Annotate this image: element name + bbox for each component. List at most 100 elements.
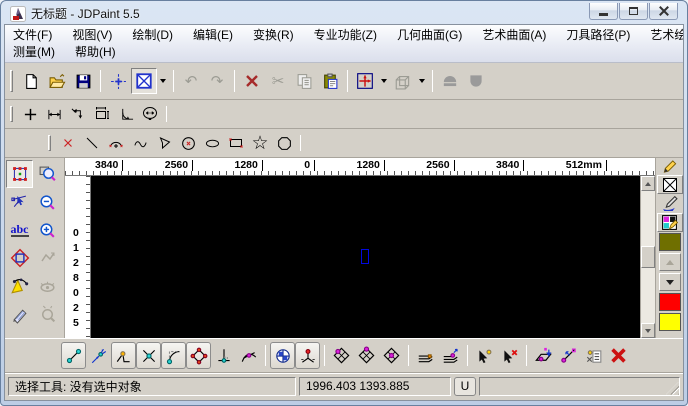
- draw-circle-button[interactable]: [176, 132, 200, 154]
- pick-line-button[interactable]: [556, 342, 581, 369]
- layer-point-snap-button[interactable]: [413, 342, 438, 369]
- minimize-button[interactable]: [589, 3, 618, 20]
- menu-edit[interactable]: 编辑(E): [191, 26, 235, 43]
- axis-snap-button[interactable]: [295, 342, 320, 369]
- grid-snap-button[interactable]: [270, 342, 295, 369]
- angle-measure-button[interactable]: [114, 103, 138, 125]
- vertical-scrollbar[interactable]: [640, 176, 655, 338]
- trim-tool-button[interactable]: [6, 272, 33, 300]
- scroll-down-button[interactable]: [641, 323, 655, 338]
- point-measure-button[interactable]: [18, 103, 42, 125]
- surface-vertex-snap-button[interactable]: [329, 342, 354, 369]
- quadrant-snap-button[interactable]: [186, 342, 211, 369]
- draw-arc-button[interactable]: [104, 132, 128, 154]
- select-mode-button[interactable]: [131, 68, 157, 94]
- surface-edge-snap-button[interactable]: [354, 342, 379, 369]
- open-folder-icon: [48, 73, 66, 90]
- zoom-in-button[interactable]: [34, 216, 61, 244]
- text-tool-button[interactable]: abc: [6, 216, 33, 244]
- view-3d-dropdown[interactable]: [416, 69, 428, 93]
- circle-measure-button[interactable]: [138, 103, 162, 125]
- quadrant-snap-icon: [190, 347, 208, 365]
- menu-geometric-surface[interactable]: 几何曲面(G): [395, 26, 464, 43]
- coordinate-axes-dropdown[interactable]: [378, 69, 390, 93]
- endpoint-snap-button[interactable]: [61, 342, 86, 369]
- close-button[interactable]: [649, 3, 678, 20]
- zoom-out-button[interactable]: [34, 188, 61, 216]
- toolbar-grip[interactable]: [10, 106, 13, 123]
- cancel-pick-button[interactable]: [497, 342, 522, 369]
- zoom-object-icon: [38, 305, 57, 324]
- unit-toggle-button[interactable]: U: [454, 377, 476, 396]
- nearest-snap-button[interactable]: [86, 342, 111, 369]
- path-measure-button[interactable]: [66, 103, 90, 125]
- menu-measure[interactable]: 测量(M): [11, 43, 57, 60]
- point-list-icon: [584, 347, 603, 365]
- selection-rectangle[interactable]: [361, 249, 369, 264]
- coordinate-axes-button[interactable]: [352, 68, 378, 94]
- scrollbar-track[interactable]: [641, 191, 655, 323]
- menu-pro-functions[interactable]: 专业功能(Z): [312, 26, 379, 43]
- layer-pick-snap-button[interactable]: [438, 342, 463, 369]
- draw-point-button[interactable]: [56, 132, 80, 154]
- size-measure-button[interactable]: [90, 103, 114, 125]
- palette-edit-button[interactable]: [657, 213, 683, 232]
- red-color-swatch[interactable]: [659, 293, 681, 311]
- pen-style-button[interactable]: [657, 158, 683, 175]
- origin-crosshair-button[interactable]: [105, 68, 131, 94]
- draw-rectangle-button[interactable]: [224, 132, 248, 154]
- menu-art-surface[interactable]: 艺术曲面(A): [480, 26, 548, 43]
- menu-draw[interactable]: 绘制(D): [130, 26, 175, 43]
- menu-file[interactable]: 文件(F): [11, 26, 54, 43]
- tangent-snap-button[interactable]: [236, 342, 261, 369]
- draw-star-button[interactable]: ☆: [248, 132, 272, 154]
- zoom-window-button[interactable]: [34, 160, 61, 188]
- yellow-color-swatch[interactable]: [659, 313, 681, 331]
- vertex-snap-button[interactable]: [111, 342, 136, 369]
- menu-art-draw[interactable]: 艺术绘制(Y): [648, 26, 684, 43]
- arc-center-snap-button[interactable]: [161, 342, 186, 369]
- toolbar-grip[interactable]: [48, 135, 51, 152]
- toolbar-grip[interactable]: [10, 70, 13, 92]
- menu-toolpath[interactable]: 刀具路径(P): [564, 26, 632, 43]
- point-list-button[interactable]: [581, 342, 606, 369]
- color-down-button[interactable]: [659, 273, 681, 291]
- open-file-button[interactable]: [44, 68, 70, 94]
- offset-shape-tool-button[interactable]: [6, 244, 33, 272]
- maximize-button[interactable]: [619, 3, 648, 20]
- current-color-swatch[interactable]: [659, 233, 681, 251]
- draw-polygon-button[interactable]: [272, 132, 296, 154]
- node-edit-tool-button[interactable]: [6, 188, 33, 216]
- project-point-button[interactable]: [531, 342, 556, 369]
- menu-transform[interactable]: 变换(R): [251, 26, 296, 43]
- resize-grip[interactable]: [666, 382, 679, 395]
- intersection-snap-button[interactable]: [136, 342, 161, 369]
- drawing-canvas[interactable]: [91, 176, 640, 338]
- select-mode-dropdown[interactable]: [157, 69, 169, 93]
- ink-pen-button[interactable]: [657, 194, 683, 213]
- draw-spline-button[interactable]: [128, 132, 152, 154]
- paste-button[interactable]: [317, 68, 343, 94]
- distance-measure-button[interactable]: [42, 103, 66, 125]
- menu-view[interactable]: 视图(V): [70, 26, 114, 43]
- draw-line-button[interactable]: [80, 132, 104, 154]
- ruler-label: 0: [304, 160, 315, 171]
- arc-icon: [107, 135, 125, 151]
- select-tool-button[interactable]: [6, 160, 33, 188]
- scrollbar-thumb[interactable]: [641, 246, 655, 268]
- menu-help[interactable]: 帮助(H): [73, 43, 118, 60]
- surface-center-snap-button[interactable]: [379, 342, 404, 369]
- save-icon: [75, 73, 92, 90]
- foot-snap-button[interactable]: [211, 342, 236, 369]
- pick-point-button[interactable]: [472, 342, 497, 369]
- clear-all-button[interactable]: [606, 342, 631, 369]
- scroll-up-button[interactable]: [641, 176, 655, 191]
- new-document-button[interactable]: [18, 68, 44, 94]
- save-button[interactable]: [70, 68, 96, 94]
- eraser-tool-button[interactable]: [6, 300, 33, 328]
- delete-button[interactable]: [239, 68, 265, 94]
- draw-ellipse-button[interactable]: [200, 132, 224, 154]
- no-color-button[interactable]: [657, 175, 683, 194]
- draw-polyline-button[interactable]: [152, 132, 176, 154]
- view-3d-icon: [394, 72, 412, 90]
